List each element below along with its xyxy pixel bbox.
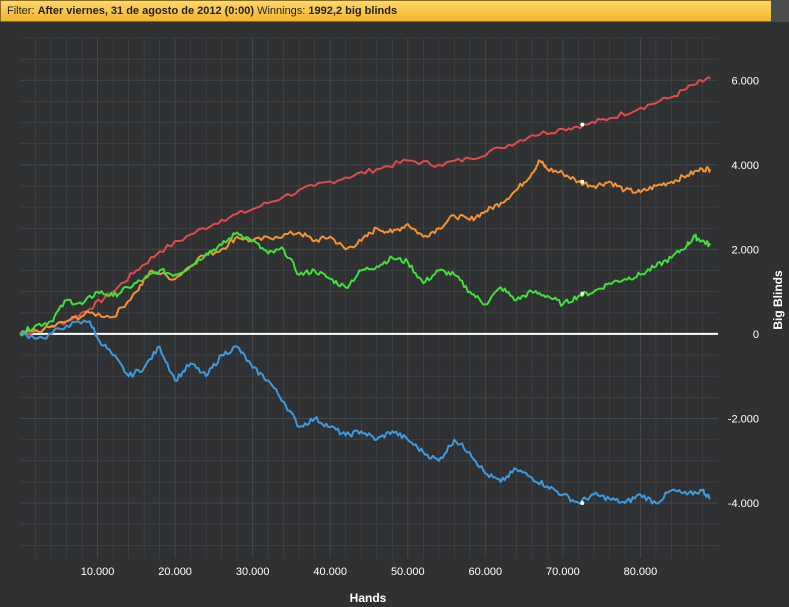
x-tick-label: 10.000 <box>81 566 115 578</box>
y-tick-label: -4.000 <box>728 498 759 510</box>
y-axis-label: Big Blinds <box>771 270 785 330</box>
winnings-value: 1992,2 big blinds <box>308 5 398 17</box>
winnings-label: Winnings: <box>257 5 306 17</box>
x-tick-label: 70.000 <box>546 566 580 578</box>
y-tick-label: 2.000 <box>731 244 759 256</box>
y-tick-label: 6.000 <box>731 75 759 87</box>
x-tick-label: 80.000 <box>624 566 658 578</box>
series-marker <box>580 122 585 127</box>
series-marker <box>580 501 585 506</box>
x-tick-label: 20.000 <box>158 566 192 578</box>
y-tick-label: -2.000 <box>728 413 759 425</box>
x-axis-label: Hands <box>350 591 387 605</box>
x-tick-label: 40.000 <box>313 566 347 578</box>
filter-value: After viernes, 31 de agosto de 2012 (0:0… <box>37 5 254 17</box>
x-tick-label: 60.000 <box>469 566 503 578</box>
x-tick-label: 30.000 <box>236 566 270 578</box>
y-tick-label: 4.000 <box>731 160 759 172</box>
winnings-chart: 10.000 20.000 30.000 40.000 50.000 60.000 70.0… <box>0 22 789 607</box>
x-tick-label: 50.000 <box>391 566 425 578</box>
series-marker <box>580 291 585 296</box>
filter-label: Filter: <box>7 5 35 17</box>
y-tick-label: 0 <box>753 329 759 341</box>
window-edge <box>771 0 789 22</box>
series-marker <box>580 179 585 184</box>
plot-background <box>0 22 789 607</box>
filter-bar: Filter: After viernes, 31 de agosto de 2… <box>0 0 787 22</box>
